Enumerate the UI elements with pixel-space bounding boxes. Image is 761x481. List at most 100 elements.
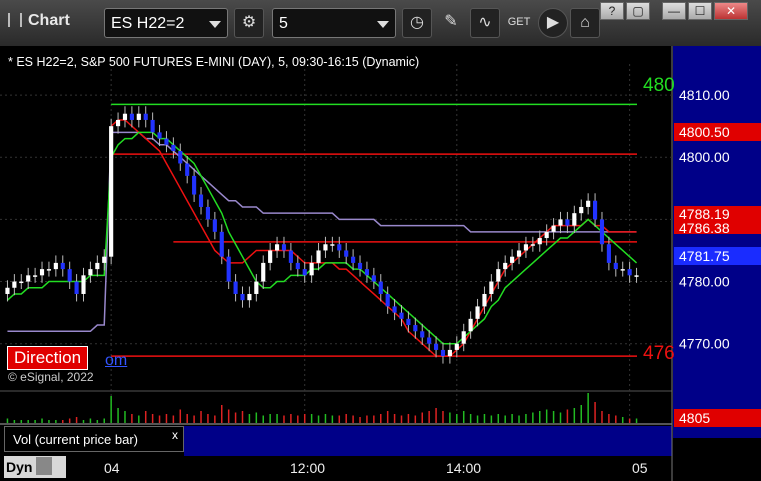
- candle-body-24: [171, 144, 176, 152]
- close-button[interactable]: ✕: [714, 2, 748, 20]
- candle-body-67: [468, 318, 473, 332]
- candle-body-4: [33, 275, 38, 277]
- candle-body-53: [371, 275, 376, 282]
- candle-body-19: [136, 113, 141, 120]
- candle-body-64: [447, 349, 452, 357]
- y-tick-label-1: 4800.00: [679, 149, 730, 165]
- interval-input[interactable]: 5: [272, 8, 396, 38]
- candle-body-52: [364, 269, 370, 276]
- candle-body-30: [212, 219, 217, 232]
- chart-window: Chart ES H22=2 ⚙ 5 ◷ ✎ ∿ GET ▶ ⌂ ? ▢ — ☐…: [0, 0, 761, 481]
- lock-icon[interactable]: ⌂: [570, 8, 600, 38]
- candle-body-18: [129, 113, 134, 120]
- candle-body-91: [634, 275, 639, 277]
- candle-body-3: [26, 275, 31, 282]
- candle-body-73: [510, 256, 515, 263]
- candle-body-40: [281, 244, 287, 251]
- clock-icon[interactable]: [36, 457, 53, 475]
- volume-label-value: 4805: [679, 410, 710, 426]
- green-level-partial: 480: [643, 75, 675, 96]
- get-icon[interactable]: GET: [504, 8, 534, 38]
- candle-body-20: [143, 113, 148, 120]
- candle-body-55: [385, 293, 390, 307]
- candle-body-70: [489, 281, 494, 294]
- candle-body-72: [503, 262, 508, 270]
- chart-area[interactable]: 4810.004800.004790.004780.004770.00 4800…: [0, 46, 761, 481]
- restore-button[interactable]: ▢: [626, 2, 650, 20]
- chevron-down-icon[interactable]: [377, 21, 389, 28]
- play-icon[interactable]: ▶: [538, 8, 568, 38]
- volume-label-panel: [184, 426, 672, 456]
- candle-body-9: [67, 269, 72, 282]
- candle-body-0: [5, 287, 10, 294]
- candle-body-14: [102, 256, 107, 263]
- candle-body-87: [606, 244, 611, 263]
- candle-body-56: [392, 306, 397, 313]
- candle-body-29: [205, 206, 211, 220]
- candle-body-16: [115, 119, 121, 127]
- candle-body-85: [592, 200, 598, 220]
- candle-body-21: [150, 119, 155, 133]
- candle-body-47: [330, 244, 335, 246]
- candle-body-81: [565, 219, 570, 226]
- grip-icon[interactable]: [8, 13, 22, 27]
- link-text[interactable]: om: [105, 352, 127, 370]
- candle-body-12: [88, 269, 93, 276]
- maximize-button[interactable]: ☐: [688, 2, 712, 20]
- candle-body-25: [178, 151, 183, 164]
- candle-body-71: [496, 269, 501, 282]
- x-tick-1: 12:00: [290, 460, 326, 476]
- candle-body-63: [440, 349, 446, 357]
- candle-body-49: [344, 250, 349, 257]
- minimize-button[interactable]: —: [662, 2, 686, 20]
- candle-body-57: [399, 312, 404, 319]
- candle-body-38: [268, 250, 273, 263]
- candle-body-54: [378, 281, 383, 294]
- candle-body-89: [620, 269, 625, 271]
- price-chart[interactable]: 4810.004800.004790.004780.004770.00 4800…: [0, 46, 761, 481]
- y-tick-label-3: 4780.00: [679, 274, 730, 290]
- price-label-4781: 4781.75: [679, 248, 730, 264]
- candle-body-41: [288, 250, 293, 263]
- candle-body-65: [454, 343, 459, 350]
- candle-body-7: [53, 262, 58, 270]
- clock-icon[interactable]: ◷: [402, 8, 432, 38]
- candle-body-10: [74, 281, 79, 294]
- candle-body-86: [599, 219, 605, 245]
- pencil-icon[interactable]: ✎: [436, 8, 466, 38]
- interval-value: 5: [279, 15, 288, 32]
- dynamic-button[interactable]: Dyn: [4, 456, 66, 478]
- symbol-input[interactable]: ES H22=2: [104, 8, 228, 38]
- candle-body-44: [309, 262, 314, 276]
- candle-body-78: [544, 231, 549, 239]
- candle-body-80: [558, 219, 563, 226]
- candle-body-36: [254, 281, 259, 294]
- candle-body-8: [60, 262, 65, 270]
- close-icon[interactable]: x: [172, 428, 178, 442]
- candle-body-13: [95, 262, 100, 270]
- app-title: Chart: [8, 12, 70, 30]
- help-button[interactable]: ?: [600, 2, 624, 20]
- study-icon[interactable]: ∿: [470, 8, 500, 38]
- symbol-value: ES H22=2: [111, 15, 185, 32]
- candle-body-37: [261, 262, 266, 282]
- chevron-down-icon[interactable]: [209, 21, 221, 28]
- candle-body-27: [192, 175, 197, 195]
- candle-body-39: [274, 244, 280, 251]
- chart-header: * ES H22=2, S&P 500 FUTURES E-MINI (DAY)…: [8, 55, 420, 69]
- candle-body-83: [579, 206, 584, 214]
- price-axis-panel: [673, 46, 761, 438]
- candle-body-28: [198, 194, 204, 207]
- candle-body-17: [122, 113, 128, 120]
- x-tick-2: 14:00: [446, 460, 482, 476]
- volume-study-label[interactable]: Vol (current price bar): [4, 426, 184, 452]
- candle-body-45: [316, 250, 321, 263]
- candle-body-69: [482, 293, 487, 307]
- candle-body-50: [351, 256, 356, 263]
- candle-body-15: [109, 126, 114, 257]
- gear-icon[interactable]: ⚙: [234, 8, 264, 38]
- candle-body-60: [420, 331, 425, 338]
- candle-body-5: [39, 269, 45, 276]
- direction-button[interactable]: Direction: [7, 346, 89, 370]
- candle-body-59: [413, 325, 418, 332]
